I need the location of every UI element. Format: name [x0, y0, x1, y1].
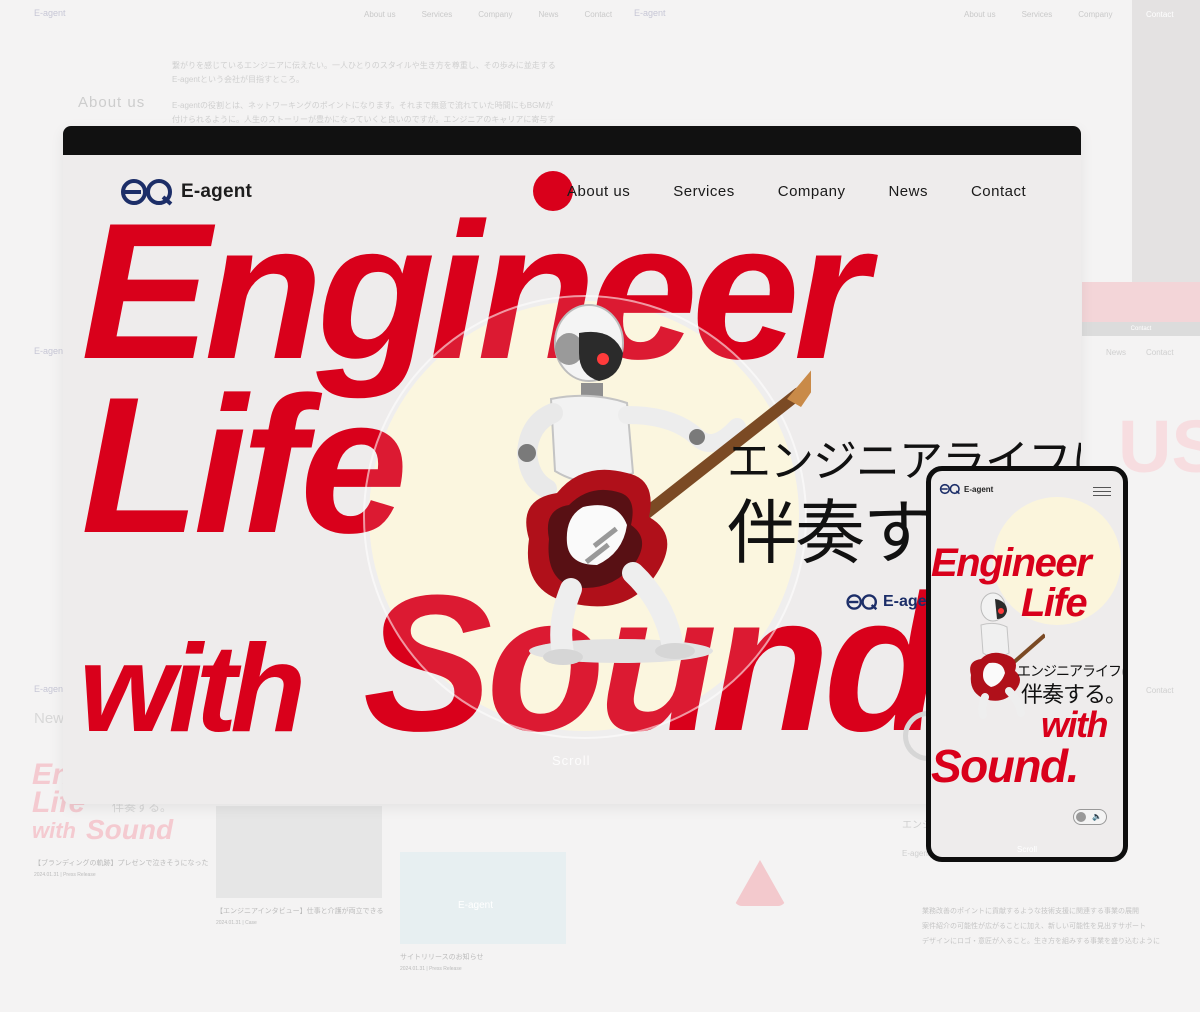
bg-list-item: 業務改善のポイントに貢献するような技術支援に関連する事業の展開: [922, 908, 1139, 915]
bg-text: 繋がりを感じているエンジニアに伝えたい。一人ひとりのスタイルや生き方を尊重し、そ…: [172, 61, 556, 70]
bg-text: Contact: [1146, 348, 1174, 357]
bg-side-panel: Contact: [1132, 0, 1200, 310]
bg-list: 業務改善のポイントに貢献するような技術支援に関連する事業の展開 案件紹介の可能性…: [922, 904, 1160, 949]
bg-logo-2: E-agent: [634, 8, 666, 18]
sound-toggle[interactable]: 🔈: [1073, 809, 1107, 825]
toggle-knob: [1076, 812, 1086, 822]
phone-hero-sound: Sound.: [931, 740, 1079, 792]
bg-text: 付けられるように。人生のストーリーが豊かになっていくと良いのですが。エンジニアの…: [172, 115, 556, 124]
bg-news-title: 【ブランディングの軌跡】プレゼンで泣きそうになった: [34, 860, 209, 867]
eq-logo-icon: [846, 594, 878, 611]
bg-logo-3: E-agent: [34, 346, 66, 356]
bg-gray-block: Contact: [1082, 322, 1200, 336]
phone-hero-with: with: [1041, 704, 1108, 745]
bg-text: Contact: [1146, 686, 1174, 695]
phone-hero-engineer: Engineer: [931, 541, 1092, 585]
hero-word-life: Life: [81, 357, 408, 574]
bg-news-meta: 2024.01.31 | Press Release: [400, 966, 462, 972]
bg-nav: About us Services Company News Contact: [364, 10, 612, 19]
main-nav: About us Services Company News Contact: [567, 183, 1026, 200]
phone-scroll-indicator[interactable]: Scroll: [1017, 845, 1037, 854]
bg-news-meta: 2024.01.31 | Press Release: [34, 872, 96, 878]
nav-company[interactable]: Company: [778, 183, 846, 200]
bg-nav-item: News: [538, 10, 559, 19]
bg-news-title: 【エンジニアインタビュー】仕事と介護が両立できる: [216, 908, 384, 915]
bg-nav-item: Company: [1078, 10, 1113, 19]
phone-mockup: E-agent Engineer Life エンジニアライフに、 伴奏する。 w…: [926, 466, 1128, 862]
bg-nav-2: About us Services Company News: [964, 10, 1159, 19]
bg-text: E-agentという会社が目指すところ。: [172, 75, 305, 84]
eq-logo-icon: [121, 179, 173, 206]
phone-logo[interactable]: E-agent: [939, 483, 993, 495]
bg-nav-item: Contact: [584, 10, 613, 19]
bg-nav-item: About us: [364, 10, 396, 19]
speaker-icon: 🔈: [1092, 812, 1102, 821]
nav-about-us[interactable]: About us: [567, 183, 630, 200]
bg-triangle-shape: [734, 860, 786, 906]
bg-nav-item: About us: [964, 10, 996, 19]
bg-news-meta: 2024.01.31 | Case: [216, 920, 257, 926]
site-logo[interactable]: E-agent: [119, 177, 252, 207]
nav-news[interactable]: News: [888, 183, 928, 200]
bg-nav-item: Services: [1021, 10, 1053, 19]
bg-red-block: [1082, 282, 1200, 322]
bg-news-thumb-2: [216, 806, 382, 898]
phone-logo-text: E-agent: [964, 484, 994, 494]
hero-word-with: with: [79, 620, 306, 758]
bg-nav-item: Services: [421, 10, 453, 19]
browser-top-bar: [63, 126, 1081, 155]
bg-news-thumb-3: E-agent: [400, 852, 566, 944]
bg-list-item: デザインにロゴ・意匠が入ること。生き方を組みする事業を盛り込むように: [922, 938, 1160, 945]
bg-text: News: [1106, 348, 1127, 357]
bg-logo-4: E-agent: [34, 684, 66, 694]
scroll-indicator[interactable]: Scroll: [552, 753, 591, 768]
bg-text: E-agentの役割とは、ネットワーキングのポイントになります。それまで無意で流…: [172, 101, 553, 110]
bg-us-text: US: [1118, 405, 1200, 488]
bg-list-item: 案件紹介の可能性が広がることに加え、新しい可能性を見出すサポート: [922, 923, 1146, 930]
eq-logo-icon: [939, 483, 960, 495]
bg-about-heading: About us: [78, 94, 146, 111]
nav-contact[interactable]: Contact: [971, 183, 1026, 200]
logo-text: E-agent: [181, 181, 253, 202]
bg-nav-item: Company: [478, 10, 513, 19]
bg-news-title: サイトリリースのお知らせ: [400, 954, 484, 961]
bg-logo: E-agent: [34, 8, 66, 18]
nav-services[interactable]: Services: [673, 183, 735, 200]
hamburger-menu-icon[interactable]: [1093, 487, 1111, 497]
bg-side-label: Contact: [1146, 10, 1174, 19]
